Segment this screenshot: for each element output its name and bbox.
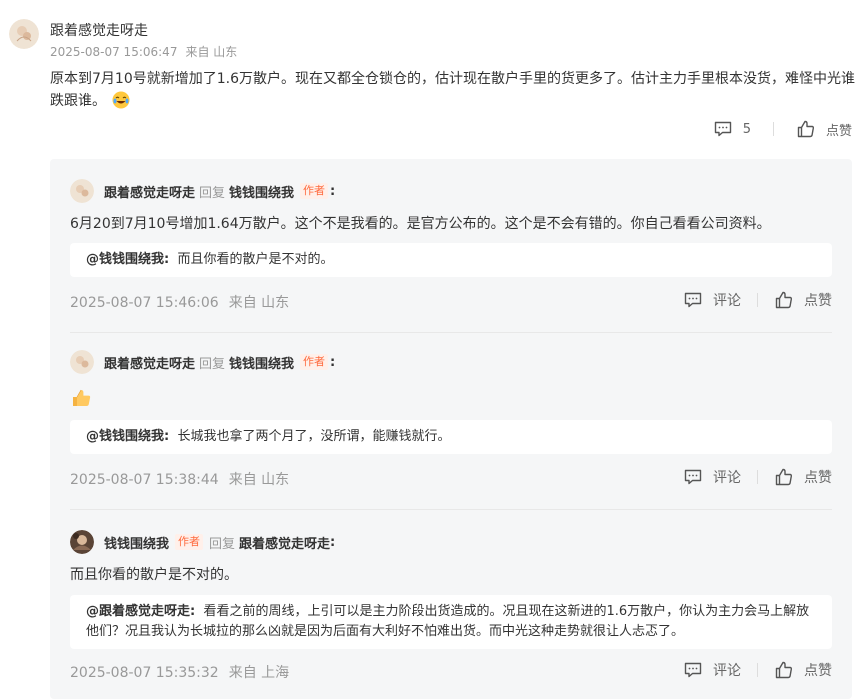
avatar[interactable]	[9, 19, 39, 49]
like-label: 点赞	[804, 663, 832, 679]
reply-list: 跟着感觉走呀走 回复 钱钱围绕我 作者 : 6月20到7月10号增加1.64万散…	[50, 159, 852, 699]
divider	[757, 293, 758, 307]
divider	[70, 332, 832, 333]
comment-label: 评论	[713, 663, 741, 679]
comment-body: 原本到7月10号就新增加了1.6万散户。现在又都全仓锁仓的，估计现在散户手里的货…	[50, 71, 855, 109]
like-button[interactable]: 点赞	[796, 119, 852, 139]
avatar[interactable]	[70, 350, 94, 374]
reply-actions: 评论 点赞	[683, 290, 832, 310]
reply-target[interactable]: 跟着感觉走呀走	[239, 533, 330, 552]
reply-header: 跟着感觉走呀走 回复 钱钱围绕我 作者 :	[104, 350, 335, 374]
reply-header: 跟着感觉走呀走 回复 钱钱围绕我 作者 :	[104, 179, 335, 203]
colon: :	[330, 354, 336, 370]
quote-text: 长城我也拿了两个月了，没所谓，能赚钱就行。	[177, 429, 451, 444]
colon: :	[330, 534, 336, 550]
divider	[772, 122, 774, 136]
reply-text: 而且你看的散户是不对的。	[70, 567, 238, 583]
timestamp: 2025-08-07 15:35:32	[70, 665, 219, 681]
quote-user[interactable]: @跟着感觉走呀走:	[86, 604, 195, 619]
comment-button[interactable]: 评论	[683, 467, 741, 487]
comment-icon	[714, 121, 731, 137]
location: 来自 山东	[228, 472, 290, 488]
comment-icon	[684, 662, 702, 678]
comment-meta: 2025-08-07 15:06:47 来自 山东	[50, 43, 237, 60]
comment-actions: 5 点赞	[713, 118, 852, 140]
timestamp: 2025-08-07 15:38:44	[70, 472, 219, 488]
comment-text: 原本到7月10号就新增加了1.6万散户。现在又都全仓锁仓的，估计现在散户手里的货…	[50, 68, 856, 112]
timestamp: 2025-08-07 15:06:47	[50, 45, 178, 59]
reply-word: 回复	[199, 185, 226, 201]
reply-actions: 评论 点赞	[683, 660, 832, 680]
divider	[757, 663, 758, 677]
reply-target[interactable]: 钱钱围绕我	[229, 182, 294, 201]
like-label: 点赞	[804, 293, 832, 309]
thumbs-up-icon	[775, 291, 793, 309]
comment-icon	[684, 292, 702, 308]
like-label: 点赞	[804, 470, 832, 486]
reply-username[interactable]: 跟着感觉走呀走	[104, 182, 195, 201]
location: 来自 山东	[185, 45, 238, 59]
author-badge: 作者	[300, 354, 329, 370]
comment-button[interactable]: 评论	[683, 290, 741, 310]
avatar[interactable]	[70, 530, 94, 554]
location: 来自 上海	[228, 665, 290, 681]
comment-icon	[684, 469, 702, 485]
reply-text: 6月20到7月10号增加1.64万散户。这个不是我看的。是官方公布的。这个是不会…	[70, 216, 771, 232]
comment-count: 5	[742, 121, 751, 137]
reply-word: 回复	[209, 536, 236, 552]
reply-meta: 2025-08-07 15:46:06 来自 山东	[70, 292, 289, 312]
thumbs-up-emoji-icon	[70, 387, 92, 409]
reply-meta: 2025-08-07 15:35:32 来自 上海	[70, 662, 289, 682]
username[interactable]: 跟着感觉走呀走	[50, 20, 148, 40]
quoted-comment: @钱钱围绕我: 长城我也拿了两个月了，没所谓，能赚钱就行。	[70, 420, 832, 454]
colon: :	[330, 183, 336, 199]
reply-target[interactable]: 钱钱围绕我	[229, 353, 294, 372]
like-label: 点赞	[825, 123, 852, 139]
comment-label: 评论	[713, 470, 741, 486]
reply-word: 回复	[199, 356, 226, 372]
comment-button[interactable]: 评论	[683, 660, 741, 680]
quoted-comment: @钱钱围绕我: 而且你看的散户是不对的。	[70, 243, 832, 277]
divider	[757, 470, 758, 484]
timestamp: 2025-08-07 15:46:06	[70, 295, 219, 311]
comment-label: 评论	[713, 293, 741, 309]
divider	[70, 509, 832, 510]
laugh-cry-emoji-icon	[112, 91, 130, 109]
location: 来自 山东	[228, 295, 290, 311]
author-badge: 作者	[175, 534, 204, 550]
comment-button[interactable]: 5	[713, 119, 751, 139]
reply-header: 钱钱围绕我 作者 回复 跟着感觉走呀走 :	[104, 530, 335, 554]
reply-actions: 评论 点赞	[683, 467, 832, 487]
quoted-comment: @跟着感觉走呀走: 看看之前的周线，上引可以是主力阶段出货造成的。况且现在这新进…	[70, 595, 832, 649]
thumbs-up-icon	[775, 661, 793, 679]
quote-user[interactable]: @钱钱围绕我:	[86, 429, 169, 444]
quote-text: 看看之前的周线，上引可以是主力阶段出货造成的。况且现在这新进的1.6万散户，你认…	[86, 604, 810, 639]
reply-username[interactable]: 跟着感觉走呀走	[104, 353, 195, 372]
like-button[interactable]: 点赞	[774, 660, 832, 680]
thumbs-up-icon	[775, 468, 793, 486]
author-badge: 作者	[300, 183, 329, 199]
thumbs-up-icon	[797, 120, 815, 138]
reply-username[interactable]: 钱钱围绕我	[104, 533, 169, 552]
reply-meta: 2025-08-07 15:38:44 来自 山东	[70, 469, 289, 489]
quote-user[interactable]: @钱钱围绕我:	[86, 252, 169, 267]
like-button[interactable]: 点赞	[774, 467, 832, 487]
avatar[interactable]	[70, 179, 94, 203]
like-button[interactable]: 点赞	[774, 290, 832, 310]
quote-text: 而且你看的散户是不对的。	[177, 252, 334, 267]
